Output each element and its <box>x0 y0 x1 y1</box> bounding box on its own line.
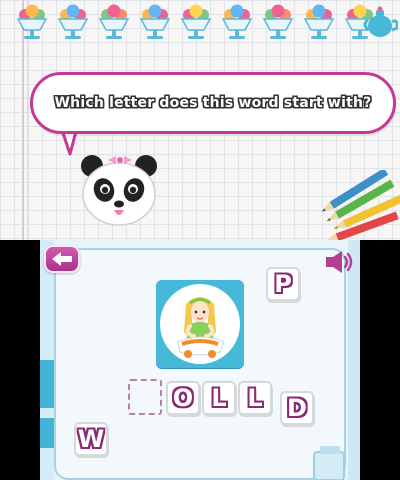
top-screen: Which letter does this word start with? <box>0 0 400 240</box>
teapot-icon <box>363 6 398 37</box>
frame-right <box>348 240 360 480</box>
side-tab <box>40 360 54 408</box>
side-tab <box>40 418 54 448</box>
ice-cream-cup-icon <box>139 4 171 39</box>
word-tile: L <box>202 381 236 415</box>
ice-cream-cup-icon <box>16 4 48 39</box>
bottom-screen: O L L D P W <box>40 240 360 480</box>
first-letter-slot[interactable] <box>128 379 162 415</box>
question-text: Which letter does this word start with? <box>54 95 372 111</box>
word-tile: D <box>280 391 314 425</box>
word-picture-card <box>156 280 244 368</box>
back-arrow-icon <box>52 252 72 266</box>
ice-cream-cup-icon <box>262 4 294 39</box>
ice-cream-cup-row <box>0 0 400 44</box>
word-tile: L <box>238 381 272 415</box>
doll-picture-icon <box>177 297 225 358</box>
ice-cream-cup-icon <box>221 4 253 39</box>
ice-cream-cup-icon <box>98 4 130 39</box>
speaker-icon[interactable] <box>324 249 354 275</box>
panda-icon <box>81 155 157 226</box>
picture-circle <box>160 284 240 364</box>
letter-choice-tile[interactable]: P <box>266 267 300 301</box>
back-button[interactable] <box>44 245 80 273</box>
cup-corner-decoration <box>313 446 345 480</box>
letter-choice-tile[interactable]: W <box>74 422 108 456</box>
ice-cream-cup-icon <box>180 4 212 39</box>
ice-cream-cup-icon <box>303 4 335 39</box>
pencils-icon <box>321 170 400 240</box>
word-tile: O <box>166 381 200 415</box>
question-speech-bubble: Which letter does this word start with? <box>30 72 396 134</box>
ice-cream-cup-icon <box>57 4 89 39</box>
